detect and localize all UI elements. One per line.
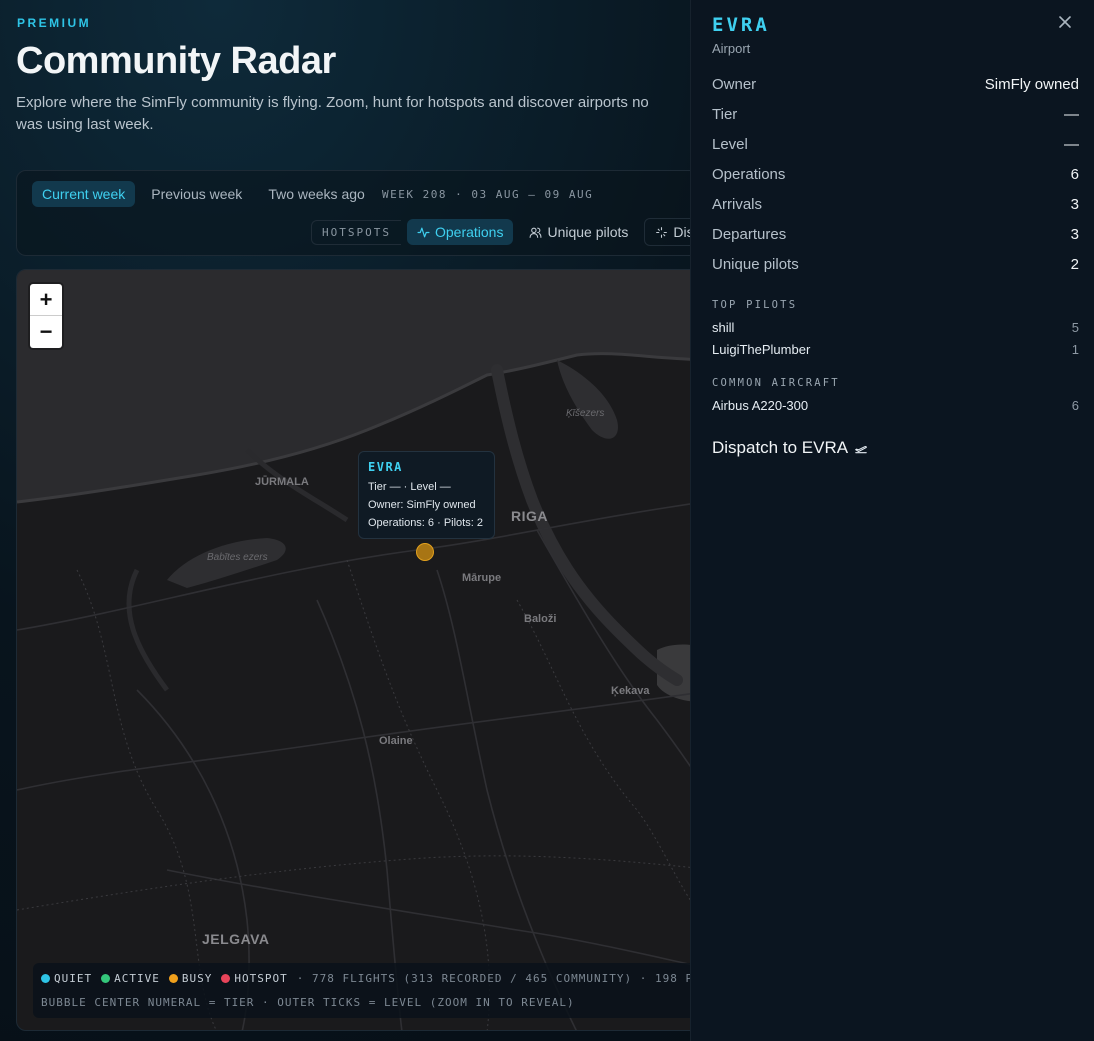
active-dot-icon [101, 974, 111, 983]
kisezers-lake [557, 360, 618, 439]
stat-unique-pilots: Unique pilots 2 [712, 256, 1079, 273]
week-range: WEEK 208 · 03 AUG – 09 AUG [382, 188, 594, 201]
hotspots-label: HOTSPOTS [311, 219, 401, 245]
aircraft-row: Airbus A220-300 6 [712, 398, 1079, 413]
dispatch-label: Dispatch to EVRA [712, 438, 849, 457]
quiet-dot-icon [41, 974, 50, 983]
legend-hotspot: HOTSPOT [221, 972, 287, 985]
subtitle-line-2: was using last week. [16, 116, 154, 133]
hotspot-metric-selector: HOTSPOTS Operations Unique pilots Dis [311, 218, 705, 246]
stat-arrivals: Arrivals 3 [712, 196, 1079, 213]
stat-departures: Departures 3 [712, 226, 1079, 243]
map-legend: QUIET ACTIVE BUSY HOTSPOT · 778 FLIGHTS … [33, 963, 715, 1018]
stat-operations: Operations 6 [712, 166, 1079, 183]
legend-quiet: QUIET [41, 972, 92, 985]
legend-busy: BUSY [168, 972, 213, 985]
place-label-kisezers: Ķīšezers [566, 408, 605, 419]
week-tabs: Current week Previous week Two weeks ago [32, 181, 375, 207]
place-label-olaine: Olaine [379, 735, 413, 747]
close-panel-button[interactable] [1058, 13, 1072, 34]
sparkle-icon [656, 226, 668, 238]
radar-map[interactable]: + − JŪRMALA RIGA Ķīšezers Babītes ezers … [16, 269, 716, 1031]
place-label-kekava: Ķekava [611, 685, 650, 697]
zoom-out-button[interactable]: − [30, 316, 62, 348]
subtitle-line-1: Explore where the SimFly community is fl… [16, 94, 649, 111]
map-terrain [17, 270, 715, 1030]
zoom-in-button[interactable]: + [30, 284, 62, 316]
activity-icon [417, 227, 430, 237]
plane-takeoff-icon [854, 446, 867, 454]
tooltip-operations: Operations: 6 · Pilots: 2 [368, 517, 483, 529]
tab-current-week[interactable]: Current week [32, 181, 136, 207]
metric-unique-pilots-label: Unique pilots [547, 224, 629, 240]
metric-operations-button[interactable]: Operations [406, 219, 514, 245]
users-icon [530, 227, 542, 238]
page-subtitle: Explore where the SimFly community is fl… [16, 92, 706, 136]
airport-bubble-evra[interactable] [416, 543, 434, 561]
tab-previous-week[interactable]: Previous week [141, 181, 252, 207]
filter-controls: Current week Previous week Two weeks ago… [16, 170, 716, 256]
tooltip-airport-code: EVRA [368, 460, 403, 474]
place-label-jurmala: JŪRMALA [255, 476, 309, 488]
pilot-row: shill 5 [712, 320, 1079, 335]
legend-flight-stats: · 778 FLIGHTS (313 RECORDED / 465 COMMUN… [296, 972, 694, 985]
stat-owner: Owner SimFly owned [712, 76, 1079, 93]
tooltip-owner: Owner: SimFly owned [368, 499, 476, 511]
airport-tooltip: EVRA Tier — · Level — Owner: SimFly owne… [358, 451, 495, 539]
stat-level: Level — [712, 136, 1079, 153]
panel-airport-code: EVRA [712, 14, 770, 36]
legend-row: QUIET ACTIVE BUSY HOTSPOT · 778 FLIGHTS … [41, 972, 693, 985]
place-label-jelgava: JELGAVA [202, 931, 270, 947]
close-icon [1059, 16, 1071, 28]
page-title: Community Radar [16, 40, 336, 82]
premium-badge: PREMIUM [17, 16, 92, 30]
legend-note: BUBBLE CENTER NUMERAL = TIER · OUTER TIC… [41, 996, 575, 1009]
metric-operations-label: Operations [434, 224, 504, 240]
dispatch-button[interactable]: Dispatch to EVRA [712, 438, 868, 458]
tooltip-tier-level: Tier — · Level — [368, 481, 451, 493]
place-label-babites: Babītes ezers [207, 552, 268, 563]
busy-dot-icon [168, 974, 178, 983]
pilot-row: LuigiThePlumber 1 [712, 342, 1079, 357]
road-network [17, 499, 715, 1030]
common-aircraft-title: COMMON AIRCRAFT [712, 377, 840, 389]
hotspot-dot-icon [221, 974, 231, 983]
place-label-riga: RIGA [511, 508, 548, 524]
place-label-balozi: Baloži [524, 613, 557, 625]
tab-two-weeks-ago[interactable]: Two weeks ago [258, 181, 375, 207]
legend-active: ACTIVE [101, 972, 160, 985]
airport-detail-panel: EVRA Airport Owner SimFly owned Tier — Lev… [690, 0, 1094, 1041]
place-label-marupe: Mārupe [462, 572, 502, 584]
top-pilots-title: TOP PILOTS [712, 299, 798, 311]
panel-airport-type: Airport [712, 41, 751, 56]
stat-tier: Tier — [712, 106, 1079, 123]
zoom-control: + − [30, 284, 62, 348]
metric-unique-pilots-button[interactable]: Unique pilots [519, 219, 638, 245]
babites-lake [167, 538, 286, 588]
